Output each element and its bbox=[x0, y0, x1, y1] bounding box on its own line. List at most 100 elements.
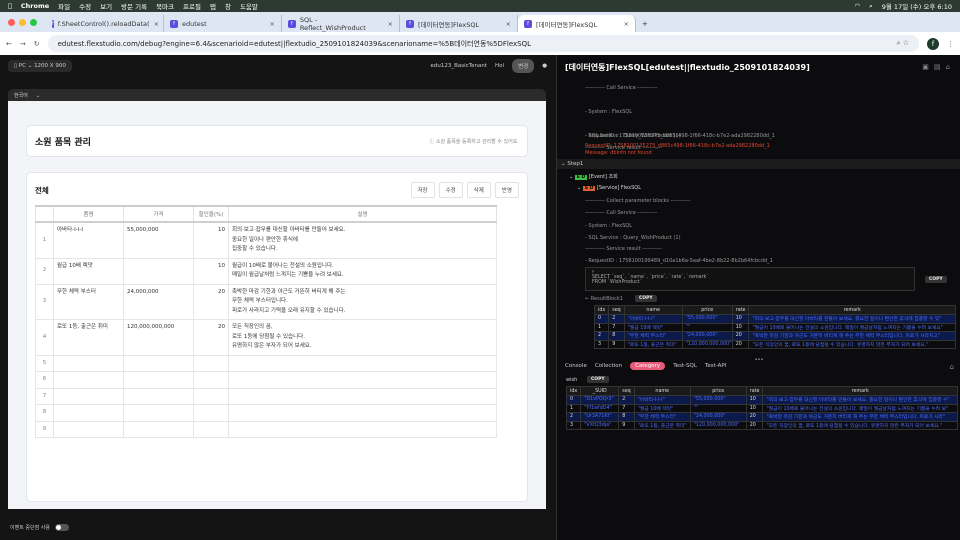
step-row[interactable]: ⌄ Step1 bbox=[557, 159, 960, 169]
cell[interactable]: 20 bbox=[745, 412, 764, 422]
apple-icon[interactable]:  bbox=[8, 2, 12, 10]
data-row[interactable]: 3 9 "로또 1등, 출근은 취미" "120,000,000,000" 20 "모든 … bbox=[593, 339, 956, 349]
cell[interactable]: 9 bbox=[608, 339, 625, 349]
cell-desc[interactable]: 월급이 10배로 불어나는 전설의 소원입니다. 매일이 월급날처럼 느껴지는 기… bbox=[228, 257, 497, 285]
cell[interactable]: "24,000,000" bbox=[681, 331, 733, 341]
window-controls[interactable] bbox=[8, 19, 37, 26]
cell[interactable]: 10 bbox=[731, 322, 750, 332]
cell[interactable]: "55,000,000" bbox=[681, 314, 733, 324]
cell-name[interactable]: 월급 10배 렉맛 bbox=[53, 257, 124, 285]
save-icon[interactable]: ▤ bbox=[934, 63, 941, 71]
data-row[interactable]: 3 "VXtQ3dja" 9 "로또 1등, 출근은 취미" "120,000,000,… bbox=[565, 420, 958, 430]
cell[interactable]: 7 bbox=[618, 403, 635, 413]
cell[interactable]: 9 bbox=[618, 420, 635, 430]
forward-icon[interactable]: → bbox=[20, 40, 26, 48]
table-row-empty[interactable]: 8 bbox=[35, 404, 497, 422]
data-row[interactable]: 0 2 "아바타-I-I-I" "55,000,000" 10 "회의·보고·잡무를 대신… bbox=[593, 314, 956, 324]
close-icon[interactable]: × bbox=[270, 20, 275, 28]
column-header[interactable]: idx bbox=[565, 386, 582, 396]
cell[interactable]: 7 bbox=[608, 322, 625, 332]
cell[interactable]: 2 bbox=[565, 412, 582, 422]
cell-rate[interactable]: 20 bbox=[193, 283, 229, 320]
splitter-handle[interactable]: ••• bbox=[557, 357, 960, 363]
sql-code-block[interactable]: › SELECT `seq`, `name`, `price`, `rate`,… bbox=[585, 267, 915, 291]
device-select[interactable]: ▯ PC ⌄ 1200 X 900 bbox=[8, 60, 72, 72]
cell[interactable]: "VXtQ3dja" bbox=[580, 420, 620, 430]
cell[interactable]: 1 bbox=[593, 322, 610, 332]
layout-icon[interactable]: ▣ bbox=[922, 63, 929, 71]
close-icon[interactable]: × bbox=[388, 20, 393, 28]
cell[interactable]: "로또 1등, 출근은 취미" bbox=[623, 339, 683, 349]
new-tab-icon[interactable]: + bbox=[636, 20, 654, 32]
copy-collection-button[interactable]: COPY bbox=[587, 376, 609, 383]
cell-rate[interactable]: 10 bbox=[193, 221, 229, 259]
browser-tab[interactable]: f f.SheetControl().reloadData(× bbox=[46, 15, 164, 32]
cell[interactable]: 20 bbox=[731, 331, 750, 341]
close-icon[interactable]: × bbox=[154, 20, 159, 28]
table-row[interactable]: 1 아바타-I-I-I 55,000,000 10 회의·보고·잡무를 대신할 … bbox=[35, 221, 497, 259]
menu-app[interactable]: Chrome bbox=[21, 2, 49, 10]
wifi-icon[interactable]: ◠ bbox=[854, 2, 860, 10]
menu-item[interactable]: 수정 bbox=[79, 1, 91, 11]
column-header[interactable]: 품명 bbox=[53, 205, 124, 223]
column-header[interactable]: 설명 bbox=[228, 205, 497, 223]
cell-desc[interactable]: 회의·보고·잡무를 대신할 아바타를 만들어 보세요. 중요한 일이나 편안한 휴… bbox=[228, 221, 497, 259]
apply-button[interactable]: 반영 bbox=[494, 182, 519, 198]
avatar[interactable]: f bbox=[927, 37, 939, 50]
menu-item[interactable]: 북마크 bbox=[156, 1, 174, 11]
column-header[interactable]: rate bbox=[731, 305, 750, 315]
browser-tab[interactable]: f SQL - Reflect_WishProduct × bbox=[282, 15, 400, 32]
table-row-empty[interactable]: 6 bbox=[35, 371, 497, 389]
settings-icon[interactable]: ● bbox=[542, 63, 547, 69]
cell[interactable]: "아바타-I-I-I" bbox=[633, 395, 691, 405]
column-header[interactable]: price bbox=[681, 305, 733, 315]
cell[interactable]: "무한 체력 부스터" bbox=[633, 412, 691, 422]
close-icon[interactable]: × bbox=[506, 20, 511, 28]
cell-price[interactable]: 120,000,000,000 bbox=[123, 319, 194, 356]
copy-sql-button[interactable]: COPY bbox=[925, 276, 947, 283]
data-row[interactable]: 2 8 "무한 체력 부스터" "24,000,000" 20 "촉박한 마감 기한과 야… bbox=[593, 331, 956, 341]
cell-price[interactable] bbox=[123, 257, 194, 285]
cell-rate[interactable]: 20 bbox=[193, 319, 229, 356]
column-header[interactable]: price bbox=[689, 386, 747, 396]
cell[interactable]: "회의·보고·잡무를 대신할 아바타를 만들어 보세요. 중요한 일이나 편안한… bbox=[762, 395, 958, 405]
cell[interactable]: 1 bbox=[565, 403, 582, 413]
cell[interactable]: "무한 체력 부스터" bbox=[623, 331, 683, 341]
column-header[interactable]: rate bbox=[745, 386, 764, 396]
cell-price[interactable]: 55,000,000 bbox=[123, 221, 194, 259]
reload-icon[interactable]: ↻ bbox=[34, 40, 40, 48]
tab-test-sql[interactable]: Test-SQL bbox=[673, 363, 697, 369]
cell[interactable]: "모든 직장인의 꿈, 로또 1등에 당첨될 수 있습니다. 유명하지 않은 부… bbox=[762, 420, 958, 430]
column-header[interactable]: name bbox=[623, 305, 683, 315]
cell[interactable]: 2 bbox=[593, 331, 610, 341]
cell[interactable]: "월급이 10배로 불어나는 전설의 소원입니다. 매일이 월급날처럼 느껴지는… bbox=[748, 322, 956, 332]
column-header[interactable]: seq bbox=[608, 305, 625, 315]
cell[interactable]: 0 bbox=[565, 395, 582, 405]
clock[interactable]: 9월 17일 (수) 오후 6:10 bbox=[882, 1, 952, 11]
service-node[interactable]: ⌄ S D [Service] FlexSQL bbox=[577, 185, 641, 191]
column-header[interactable]: 가격 bbox=[123, 205, 194, 223]
browser-tab[interactable]: f [데이터연동]FlexSQL × bbox=[400, 15, 518, 32]
tab-test-api[interactable]: Test-API bbox=[705, 363, 726, 369]
cell[interactable]: "회의·보고·잡무를 대신할 아바타를 만들어 보세요. 중요한 일이나 편안한… bbox=[748, 314, 956, 324]
table-row[interactable]: 4 로또 1등, 출근은 취미 120,000,000,000 20 모든 직장… bbox=[35, 319, 497, 356]
table-row[interactable]: 2 월급 10배 렉맛 10 월급이 10배로 불어나는 전설의 소원입니다. 매… bbox=[35, 257, 497, 285]
cell-price[interactable]: 24,000,000 bbox=[123, 283, 194, 320]
cell[interactable]: 10 bbox=[745, 395, 764, 405]
change-button[interactable]: 변경 bbox=[512, 59, 535, 73]
data-row[interactable]: 1 7 "월급 10배 렉맛" "" 10 "월급이 10배로 불어나는 전설의 소원입니… bbox=[593, 322, 956, 332]
browser-tab-active[interactable]: f [데이터연동]FlexSQL × bbox=[518, 15, 636, 32]
edit-button[interactable]: 수정 bbox=[438, 182, 463, 198]
cell-desc[interactable]: 모든 직장인의 꿈, 로또 1등에 당첨될 수 있습니다. 유명하지 않은 부자가 … bbox=[228, 319, 497, 356]
url-input[interactable]: edutest.flexstudio.com/debug?engine=6.4&… bbox=[47, 35, 919, 52]
cell[interactable]: 10 bbox=[745, 403, 764, 413]
cell[interactable]: "모든 직장인의 꿈, 로또 1등에 당첨될 수 있습니다. 유명하지 않은 부… bbox=[748, 339, 956, 349]
cell[interactable]: 10 bbox=[731, 314, 750, 324]
clear-console-icon[interactable]: ⌂ bbox=[950, 363, 954, 371]
language-select[interactable]: 한국어 ⌄ bbox=[8, 89, 546, 101]
table-row-empty[interactable]: 9 bbox=[35, 420, 497, 438]
delete-button[interactable]: 삭제 bbox=[466, 182, 491, 198]
menu-item[interactable]: 창 bbox=[225, 1, 231, 11]
column-header[interactable]: seq bbox=[618, 386, 635, 396]
cell[interactable]: 8 bbox=[608, 331, 625, 341]
